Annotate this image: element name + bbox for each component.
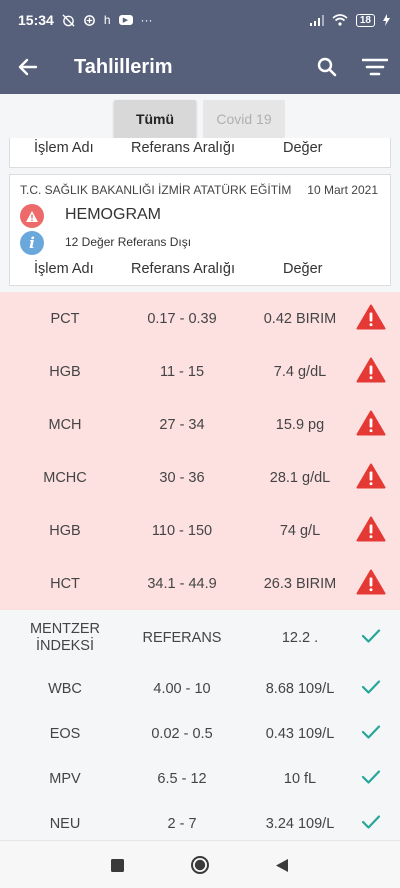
system-nav-bar [0, 840, 400, 888]
result-range: 2 - 7 [167, 815, 197, 832]
result-name: WBC [48, 680, 82, 697]
test-result-card[interactable]: T.C. SAĞLIK BAKANLIĞI İZMİR ATATÜRK EĞİT… [9, 174, 391, 286]
warning-triangle-icon [356, 515, 386, 546]
result-name: MCHC [43, 469, 87, 486]
result-row: EOS 0.02 - 0.5 0.43 109/L [0, 711, 400, 756]
result-value: 8.68 109/L [265, 680, 335, 697]
result-row: MCHC 30 - 36 28.1 g/dL [0, 451, 400, 504]
recents-button[interactable] [105, 853, 129, 877]
result-range: 110 - 150 [151, 522, 213, 539]
square-icon [110, 858, 124, 872]
battery-icon: 18 [355, 13, 375, 27]
status-notification-icons: h ▶ ··· [62, 13, 153, 27]
result-range: REFERANS [142, 630, 222, 646]
column-header-name: İşlem Adı [34, 261, 94, 277]
warning-triangle-icon [356, 462, 386, 493]
result-value: 7.4 g/dL [273, 363, 327, 380]
column-header-range: Referans Aralığı [131, 261, 235, 277]
result-value: 10 fL [283, 770, 317, 787]
back-button[interactable] [0, 40, 56, 94]
result-value: 28.1 g/dL [269, 469, 331, 486]
result-range: 0.02 - 0.5 [151, 725, 213, 742]
warning-triangle-icon [356, 409, 386, 440]
result-value: 0.43 109/L [265, 725, 335, 742]
warning-icon [20, 204, 44, 228]
status-bar: 15:34 h ▶ ··· 18 [0, 0, 400, 40]
status-time: 15:34 [18, 12, 54, 28]
warning-triangle-icon [356, 356, 386, 387]
result-name: PCT [50, 310, 80, 327]
result-name: MENTZER İNDEKSİ [29, 621, 101, 654]
test-date: 10 Mart 2021 [307, 183, 378, 197]
youtube-icon: ▶ [118, 15, 133, 25]
test-name: HEMOGRAM [65, 206, 161, 223]
warning-triangle-icon [356, 568, 386, 599]
result-range: 11 - 15 [159, 363, 205, 380]
result-name: MPV [49, 770, 81, 787]
result-row: HCT 34.1 - 44.9 26.3 BIRIM [0, 557, 400, 610]
signal-icon [309, 14, 324, 26]
search-button[interactable] [308, 48, 346, 86]
warning-triangle-icon [356, 303, 386, 334]
column-header-range: Referans Aralığı [131, 140, 235, 156]
result-name: HGB [49, 522, 81, 539]
app-bar: Tahlillerim [0, 40, 400, 94]
status-system-icons: 18 [309, 13, 390, 27]
column-header-name: İşlem Adı [34, 140, 94, 156]
result-value: 0.42 BIRIM [263, 310, 337, 327]
result-range: 4.00 - 10 [153, 680, 211, 697]
result-value: 26.3 BIRIM [263, 575, 337, 592]
result-name: NEU [49, 815, 81, 832]
result-value: 3.24 109/L [265, 815, 335, 832]
filter-icon [362, 58, 388, 76]
result-name: MCH [48, 416, 82, 433]
home-button[interactable] [188, 853, 212, 877]
column-header-value: Değer [283, 261, 323, 277]
out-of-range-count: 12 Değer Referans Dışı [65, 235, 192, 249]
tab-all[interactable]: Tümü [114, 100, 196, 138]
arrow-left-icon [18, 58, 38, 76]
result-name: HGB [49, 363, 81, 380]
result-name: HCT [50, 575, 80, 592]
charging-icon [383, 14, 390, 26]
data-saver-icon [83, 14, 95, 26]
filter-button[interactable] [356, 48, 394, 86]
result-value: 15.9 pg [275, 416, 325, 433]
result-row: MCH 27 - 34 15.9 pg [0, 398, 400, 451]
circle-icon [191, 856, 209, 874]
hospital-name: T.C. SAĞLIK BAKANLIĞI İZMİR ATATÜRK EĞİT… [20, 183, 292, 197]
result-row: MENTZER İNDEKSİ REFERANS 12.2 . [0, 610, 400, 666]
result-value: 74 g/L [279, 522, 321, 539]
result-row: MPV 6.5 - 12 10 fL [0, 756, 400, 801]
checkmark-icon [361, 724, 381, 744]
result-range: 34.1 - 44.9 [147, 575, 217, 592]
search-icon [317, 57, 337, 77]
result-name: EOS [49, 725, 81, 742]
result-row: HGB 11 - 15 7.4 g/dL [0, 345, 400, 398]
result-range: 0.17 - 0.39 [147, 310, 217, 327]
alarm-off-icon [62, 13, 75, 27]
previous-result-card[interactable]: İşlem Adı Referans Aralığı Değer [9, 138, 391, 168]
result-range: 27 - 34 [159, 416, 205, 433]
result-range: 30 - 36 [159, 469, 205, 486]
page-title: Tahlillerim [74, 55, 173, 78]
tab-covid-19[interactable]: Covid 19 [203, 100, 285, 138]
info-icon: i [20, 231, 44, 255]
checkmark-icon [361, 814, 381, 834]
wifi-icon [332, 14, 348, 26]
result-range: 6.5 - 12 [157, 770, 207, 787]
result-row: HGB 110 - 150 74 g/L [0, 504, 400, 557]
back-nav-button[interactable] [270, 853, 294, 877]
result-row: PCT 0.17 - 0.39 0.42 BIRIM [0, 292, 400, 345]
column-header-value: Değer [283, 140, 323, 156]
checkmark-icon [361, 628, 381, 648]
more-notifications-icon: ··· [140, 13, 153, 27]
checkmark-icon [361, 679, 381, 699]
checkmark-icon [361, 769, 381, 789]
result-row: WBC 4.00 - 10 8.68 109/L [0, 666, 400, 711]
triangle-back-icon [276, 858, 288, 872]
h-indicator: h [103, 13, 111, 27]
result-value: 12.2 . [281, 630, 319, 646]
